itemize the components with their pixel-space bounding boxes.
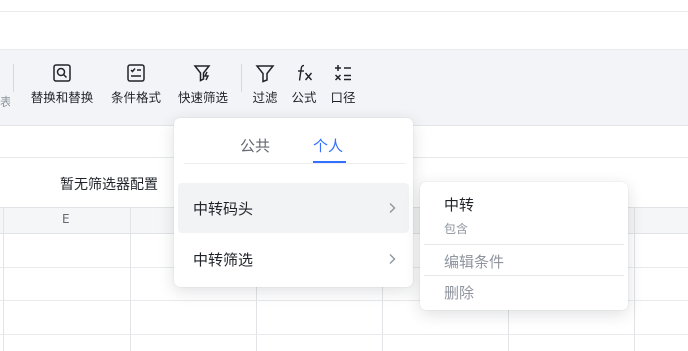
find-replace-button[interactable]: 替换和替换 bbox=[26, 62, 98, 112]
quick-filter-label: 快速筛选 bbox=[177, 90, 228, 105]
filter-label: 过滤 bbox=[252, 90, 278, 105]
filter-item-label: 中转码头 bbox=[193, 199, 254, 218]
spreadsheet-window: 表 替换和替换 条件格式 快速筛选 过滤 公式 口径 暂无筛选器配置 E 公共 … bbox=[0, 0, 688, 351]
filter-item-transfer-terminal[interactable]: 中转码头 bbox=[178, 183, 409, 233]
chevron-right-icon bbox=[385, 201, 399, 215]
no-filter-message: 暂无筛选器配置 bbox=[60, 177, 158, 193]
quick-filter-icon bbox=[192, 62, 214, 84]
divider bbox=[424, 275, 624, 276]
divider bbox=[424, 244, 624, 245]
conditional-format-icon bbox=[125, 62, 147, 84]
delete-condition-button[interactable]: 删除 bbox=[444, 282, 474, 303]
condition-operator: 包含 bbox=[444, 222, 469, 236]
tab-public[interactable]: 公共 bbox=[240, 135, 270, 156]
column-header-e[interactable]: E bbox=[62, 212, 70, 226]
edit-condition-button[interactable]: 编辑条件 bbox=[444, 251, 504, 272]
find-replace-icon bbox=[51, 62, 73, 84]
toolbar-divider bbox=[241, 64, 242, 92]
toolbar-divider bbox=[13, 64, 14, 92]
quick-filter-button[interactable]: 快速筛选 bbox=[173, 62, 233, 112]
condition-value: 中转 bbox=[444, 196, 475, 214]
grid-column-line bbox=[130, 207, 131, 351]
formula-fx-icon bbox=[293, 62, 315, 84]
find-replace-label: 替换和替换 bbox=[30, 90, 94, 105]
toolbar-edge-label: 表 bbox=[0, 95, 10, 109]
top-bar bbox=[0, 0, 688, 12]
grid-column-line bbox=[3, 207, 4, 351]
filter-button[interactable]: 过滤 bbox=[249, 62, 281, 112]
conditional-format-label: 条件格式 bbox=[110, 90, 161, 105]
caliber-label: 口径 bbox=[330, 90, 356, 105]
grid-column-line bbox=[634, 207, 635, 351]
filter-item-transfer-filter[interactable]: 中转筛选 bbox=[178, 234, 409, 284]
caliber-icon bbox=[332, 62, 354, 84]
filter-icon bbox=[254, 62, 276, 84]
chevron-right-icon bbox=[385, 252, 399, 266]
caliber-button[interactable]: 口径 bbox=[327, 62, 359, 112]
filter-preset-popup: 公共 个人 中转码头 中转筛选 bbox=[174, 118, 413, 287]
formula-button[interactable]: 公式 bbox=[288, 62, 320, 112]
filter-item-label: 中转筛选 bbox=[193, 250, 254, 269]
conditional-format-button[interactable]: 条件格式 bbox=[106, 62, 166, 112]
formula-label: 公式 bbox=[291, 90, 317, 105]
tab-divider bbox=[184, 163, 406, 164]
grid-row-line bbox=[0, 334, 688, 335]
filter-condition-popup: 中转 包含 编辑条件 删除 bbox=[420, 182, 628, 310]
tab-personal[interactable]: 个人 bbox=[313, 135, 343, 156]
